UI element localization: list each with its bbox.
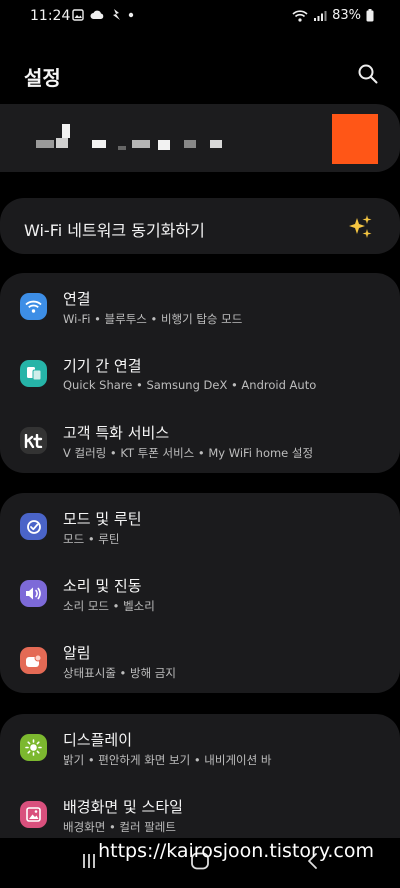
settings-item-device-connections[interactable]: 기기 간 연결 Quick Share • Samsung DeX • Andr… [0, 340, 400, 406]
cloud-icon [90, 10, 104, 19]
display-icon [20, 734, 47, 761]
item-subtitle: 배경화면 • 컬러 팔레트 [63, 820, 176, 834]
item-title: 디스플레이 [63, 731, 133, 749]
item-subtitle: 소리 모드 • 벨소리 [63, 599, 155, 613]
modes-icon [20, 513, 47, 540]
settings-screen: 11:24 83% 설정 Wi-Fi 네트워크 동기화하기 연결 Wi-Fi •… [0, 0, 400, 888]
item-subtitle: 모드 • 루틴 [63, 532, 120, 546]
avatar[interactable] [332, 114, 378, 164]
notification-icon [20, 647, 47, 674]
settings-item-carrier-services[interactable]: 고객 특화 서비스 V 컬러링 • KT 투폰 서비스 • My WiFi ho… [0, 407, 400, 473]
gallery-icon [72, 8, 84, 21]
wifi-icon [20, 293, 47, 320]
status-notification-icons [72, 8, 134, 21]
settings-item-connections[interactable]: 연결 Wi-Fi • 블루투스 • 비행기 탑승 모드 [0, 273, 400, 339]
search-button[interactable] [356, 62, 380, 86]
watermark-url: https://kairosjoon.tistory.com [98, 840, 374, 862]
item-title: 소리 및 진동 [63, 577, 142, 595]
search-icon [358, 64, 378, 84]
settings-item-display[interactable]: 디스플레이 밝기 • 편안하게 화면 보기 • 내비게이션 바 [0, 714, 400, 780]
status-time: 11:24 [30, 8, 71, 24]
dot-icon [128, 12, 134, 17]
item-title: 배경화면 및 스타일 [63, 798, 183, 816]
devices-icon [20, 360, 47, 387]
settings-item-notifications[interactable]: 알림 상태표시줄 • 방해 금지 [0, 627, 400, 693]
sparkle-icon [349, 215, 372, 238]
battery-icon [366, 9, 374, 22]
item-subtitle: Quick Share • Samsung DeX • Android Auto [63, 378, 317, 392]
item-subtitle: 상태표시줄 • 방해 금지 [63, 666, 176, 680]
item-title: 고객 특화 서비스 [63, 424, 170, 442]
kt-icon [20, 427, 47, 454]
item-title: 모드 및 루틴 [63, 510, 142, 528]
item-title: 알림 [63, 644, 91, 662]
cell-signal-icon [314, 10, 327, 21]
wifi-sync-label: Wi-Fi 네트워크 동기화하기 [24, 221, 205, 240]
item-subtitle: V 컬러링 • KT 투폰 서비스 • My WiFi home 설정 [63, 446, 314, 460]
battery-percent: 83% [332, 8, 361, 23]
item-subtitle: Wi-Fi • 블루투스 • 비행기 탑승 모드 [63, 312, 243, 326]
item-title: 기기 간 연결 [63, 357, 142, 375]
item-title: 연결 [63, 290, 91, 308]
settings-item-sound-vibration[interactable]: 소리 및 진동 소리 모드 • 벨소리 [0, 560, 400, 626]
page-title: 설정 [24, 66, 61, 90]
status-system-icons: 83% [292, 8, 374, 23]
bixby-icon [113, 9, 120, 20]
wallpaper-icon [20, 801, 47, 828]
settings-item-modes-routines[interactable]: 모드 및 루틴 모드 • 루틴 [0, 493, 400, 559]
wifi-signal-icon [292, 9, 308, 22]
recent-apps-icon [83, 854, 95, 868]
item-subtitle: 밝기 • 편안하게 화면 보기 • 내비게이션 바 [63, 753, 272, 767]
status-bar: 11:24 83% [0, 0, 400, 34]
recent-apps-button[interactable] [80, 852, 98, 874]
sound-icon [20, 580, 47, 607]
